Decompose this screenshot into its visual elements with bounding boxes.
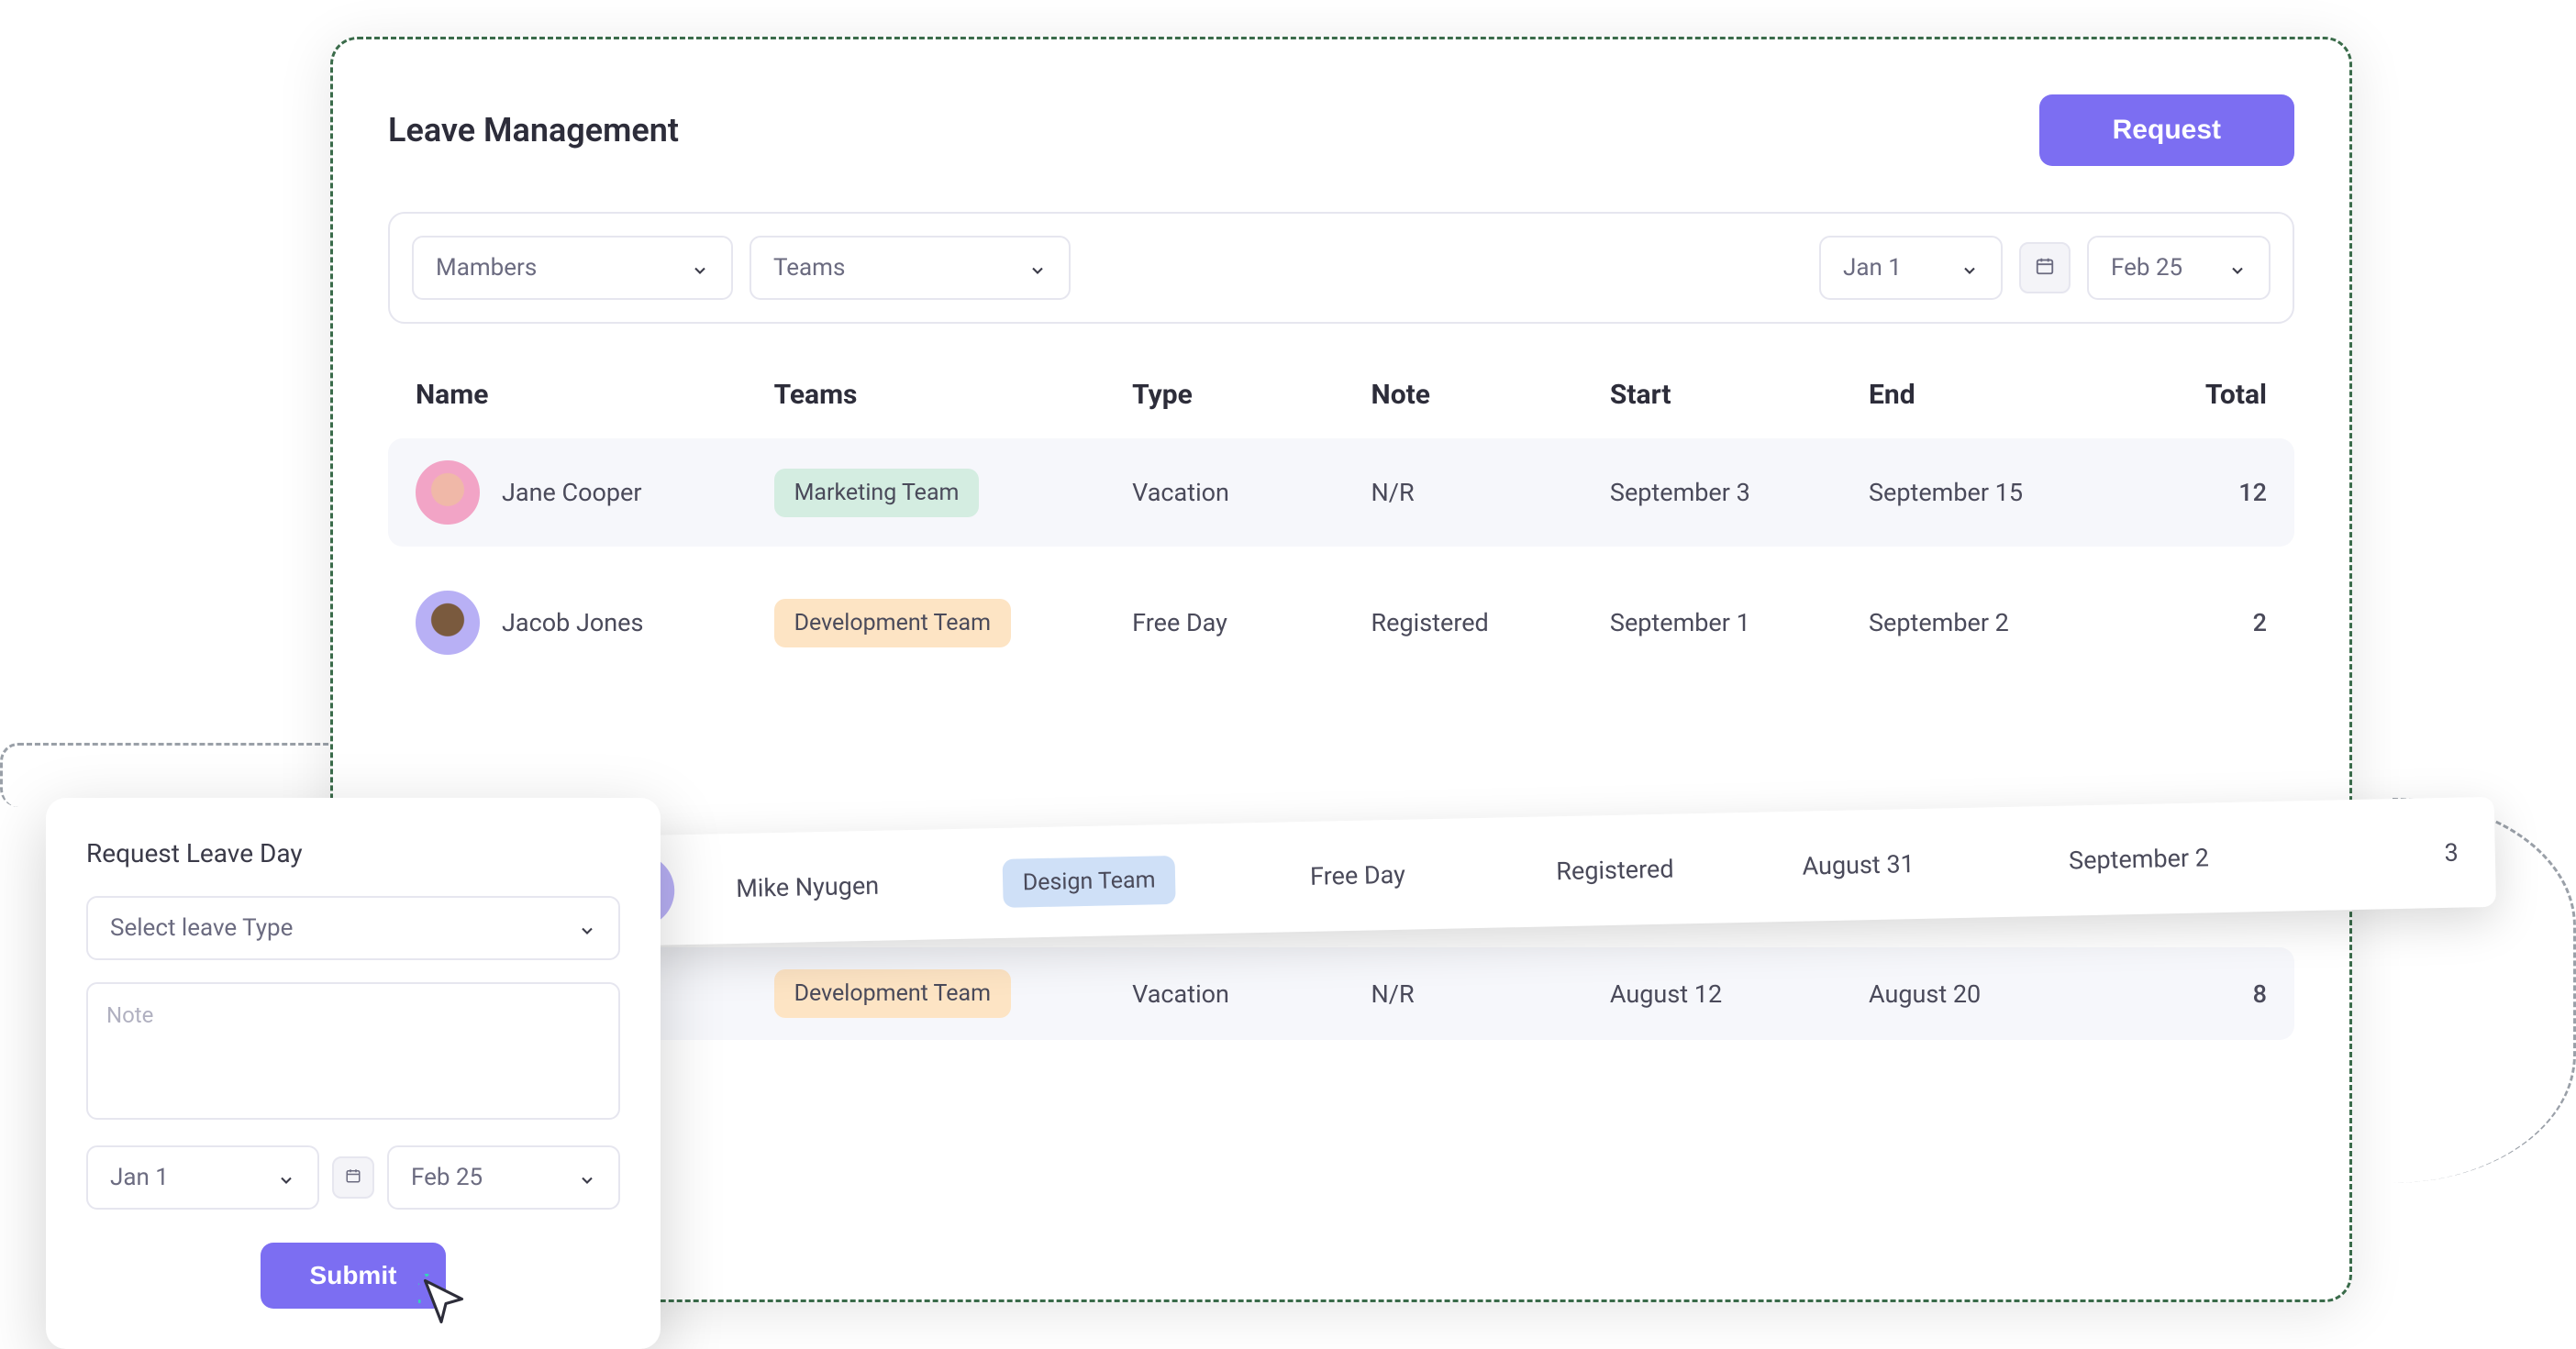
modal-date-from[interactable]: Jan 1 [86,1145,319,1210]
col-name: Name [416,379,774,411]
row-start: September 3 [1610,478,1869,507]
row-start: September 1 [1610,608,1869,637]
calendar-icon [345,1167,361,1188]
date-from-value: Jan 1 [1843,254,1902,282]
table-row[interactable]: Jane CooperMarketing TeamVacationN/RSept… [388,438,2294,547]
teams-filter[interactable]: Teams [749,236,1071,300]
row-name: Mike Nyugen [736,868,1003,903]
row-end: August 20 [1869,979,2148,1009]
chevron-down-icon [1028,259,1047,277]
chevron-down-icon [578,1168,596,1187]
row-type: Vacation [1132,478,1371,507]
team-badge: Development Team [774,599,1011,647]
col-note: Note [1371,379,1610,411]
row-type: Free Day [1310,857,1557,891]
row-total: 12 [2148,478,2267,507]
table-row[interactable]: Development Team VacationN/RAugust 12Augu… [388,947,2294,1040]
date-to-filter[interactable]: Feb 25 [2087,236,2271,300]
leave-type-placeholder: Select leave Type [110,914,293,942]
name-cell: Jacob Jones [416,591,774,655]
row-start: August 31 [1802,846,2069,881]
row-note: N/R [1371,478,1610,507]
avatar [416,460,480,525]
table-row[interactable]: Jacob Jones Development Team Free DayRegis… [388,569,2294,677]
team-badge: Marketing Team [774,469,980,517]
modal-calendar-button[interactable] [332,1156,374,1199]
chevron-down-icon [691,259,709,277]
row-end: September 2 [1869,608,2148,637]
team-badge: Design Team [1002,855,1176,907]
col-total: Total [2148,379,2267,411]
row-name: Jacob Jones [502,608,643,637]
leave-type-select[interactable]: Select leave Type [86,896,620,960]
col-teams: Teams [774,379,1133,411]
avatar [416,591,480,655]
name-cell: Jane Cooper [416,460,774,525]
row-name: Jane Cooper [502,478,642,507]
row-total: 8 [2148,979,2267,1009]
col-start: Start [1610,379,1869,411]
request-leave-modal: Request Leave Day Select leave Type Jan … [46,798,661,1349]
members-filter-label: Mambers [436,254,537,282]
filter-bar: Mambers Teams Jan 1 Feb 25 [388,212,2294,324]
row-type: Free Day [1132,608,1371,637]
chevron-down-icon [1960,259,1979,277]
row-end: September 15 [1869,478,2148,507]
table-header: Name Teams Type Note Start End Total [388,379,2294,438]
page-title: Leave Management [388,111,679,149]
row-end: September 2 [2069,840,2357,876]
team-badge: Development Team [774,969,1011,1018]
chevron-down-icon [578,919,596,937]
modal-date-from-value: Jan 1 [110,1164,169,1191]
col-end: End [1869,379,2148,411]
note-textarea[interactable] [86,982,620,1120]
request-button[interactable]: Request [2039,94,2294,166]
row-note: Registered [1556,852,1803,887]
date-to-value: Feb 25 [2111,254,2182,282]
teams-filter-label: Teams [773,254,845,282]
row-start: August 12 [1610,979,1869,1009]
col-type: Type [1132,379,1371,411]
date-from-filter[interactable]: Jan 1 [1819,236,2003,300]
row-note: Registered [1371,608,1610,637]
row-total: 2 [2148,608,2267,637]
modal-title: Request Leave Day [86,838,620,868]
modal-date-to[interactable]: Feb 25 [387,1145,620,1210]
row-note: N/R [1371,979,1610,1009]
members-filter[interactable]: Mambers [412,236,733,300]
calendar-icon [2035,256,2055,280]
chevron-down-icon [277,1168,295,1187]
cursor-icon [418,1274,473,1329]
row-total: 3 [2356,838,2459,869]
modal-date-to-value: Feb 25 [411,1164,483,1191]
chevron-down-icon [2228,259,2247,277]
row-type: Vacation [1132,979,1371,1009]
calendar-button[interactable] [2019,242,2071,293]
